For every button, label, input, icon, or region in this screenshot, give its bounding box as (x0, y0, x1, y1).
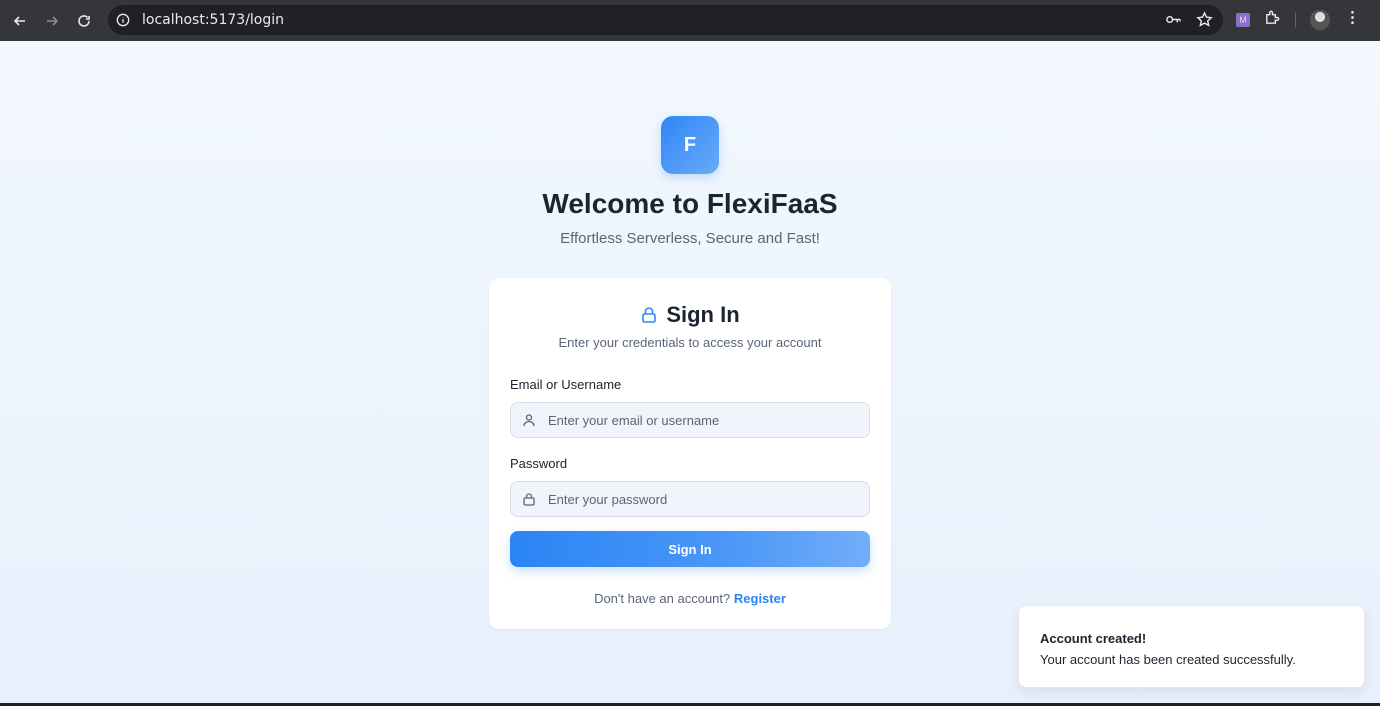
toast-notification[interactable]: Account created! Your account has been c… (1018, 605, 1365, 688)
email-field[interactable] (510, 402, 870, 438)
browser-menu-icon[interactable] (1344, 9, 1361, 31)
card-title: Sign In (666, 302, 740, 327)
page-title: Welcome to FlexiFaaS (542, 188, 838, 219)
card-subtitle: Enter your credentials to access your ac… (558, 335, 822, 350)
page-subtitle: Effortless Serverless, Secure and Fast! (560, 230, 820, 247)
forward-icon[interactable] (36, 5, 68, 37)
register-prompt: Don't have an account? Register (489, 591, 891, 606)
address-bar[interactable]: localhost:5173/login (108, 5, 1223, 35)
back-icon[interactable] (4, 5, 36, 37)
profile-avatar[interactable] (1310, 10, 1330, 30)
email-input[interactable] (548, 412, 848, 428)
password-key-icon[interactable] (1165, 11, 1182, 33)
password-field[interactable] (510, 481, 870, 517)
register-link[interactable]: Register (734, 591, 786, 606)
login-page: F Welcome to FlexiFaaS Effortless Server… (0, 41, 1380, 703)
signin-card: Sign In Enter your credentials to access… (489, 278, 891, 629)
lock-icon (642, 307, 657, 323)
card-header: Sign In (489, 302, 891, 328)
reload-icon[interactable] (68, 5, 100, 37)
user-icon (523, 414, 535, 427)
app-logo: F (661, 116, 719, 174)
extensions-puzzle-icon[interactable] (1264, 9, 1281, 31)
toast-title: Account created! (1040, 631, 1147, 646)
url-text[interactable]: localhost:5173/login (142, 12, 284, 28)
extension-m-icon[interactable]: M (1236, 13, 1250, 27)
bookmark-star-icon[interactable] (1196, 11, 1213, 33)
toolbar-divider (1295, 12, 1296, 28)
browser-toolbar: localhost:5173/login M (0, 0, 1380, 41)
register-prompt-text: Don't have an account? (594, 591, 731, 606)
site-info-icon[interactable] (116, 13, 130, 27)
signin-button[interactable]: Sign In (510, 531, 870, 567)
toast-message: Your account has been created successful… (1040, 652, 1296, 667)
password-label: Password (510, 456, 568, 471)
password-input[interactable] (548, 491, 848, 507)
email-label: Email or Username (510, 377, 622, 392)
lock-icon (523, 493, 535, 506)
